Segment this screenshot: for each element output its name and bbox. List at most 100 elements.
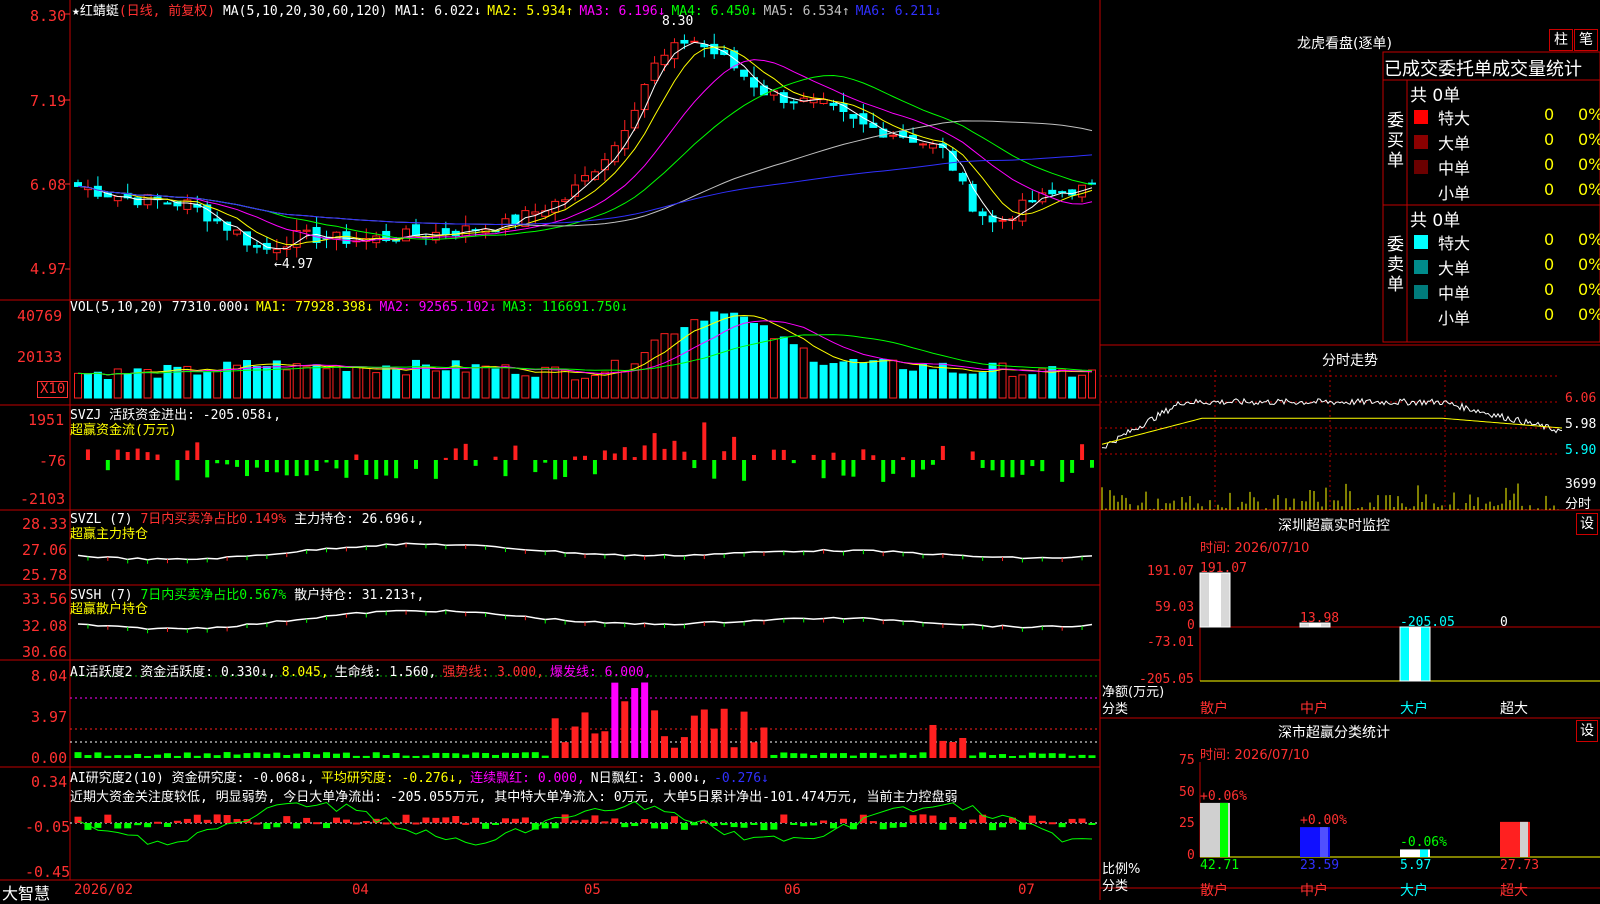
activity-bar (631, 688, 639, 758)
activity-bar (730, 747, 738, 758)
vol-bar-down (938, 362, 947, 399)
svsh-panel[interactable] (77, 609, 1093, 634)
research-bar (203, 819, 211, 823)
ma-value: MA2: 5.934↑ (487, 4, 574, 19)
research-bar (94, 823, 102, 828)
intraday-panel[interactable] (1100, 370, 1563, 510)
kline-panel[interactable] (74, 33, 1096, 261)
chart-stage[interactable] (0, 0, 1600, 900)
tick-mode-button[interactable]: 笔 (1574, 29, 1598, 51)
classify-xlabel: 分类 (1102, 879, 1129, 894)
activity-bar (273, 752, 281, 758)
activity-bar (332, 753, 340, 758)
activity-bar (432, 752, 440, 758)
bar-mode-button[interactable]: 柱 (1549, 29, 1573, 51)
flow-bar-out (921, 460, 925, 470)
ma-value: MA3: 6.196↓ (579, 4, 666, 19)
classify-y-tick: 25 (1179, 816, 1195, 832)
activity-bar (74, 752, 82, 758)
research-bar (273, 823, 281, 828)
candle-down (441, 228, 450, 235)
vol-unit-badge[interactable]: X10 (37, 381, 69, 398)
research-bar (303, 817, 311, 823)
activity-bar (1048, 753, 1056, 758)
level-count: 0 (1544, 180, 1555, 199)
stats-tab-line[interactable]: 已成交委托单成交量统计 (1384, 55, 1582, 81)
vol-bar-down (342, 370, 351, 399)
vol-bar-up (213, 370, 222, 399)
candle-down (213, 218, 222, 222)
flow-bar-in (453, 448, 458, 460)
activity-bar (412, 755, 420, 758)
ai-activity-panel[interactable] (70, 675, 1100, 758)
flow-bar-out (1040, 460, 1045, 472)
y-tick: 8.30 (30, 7, 67, 25)
svzl-panel[interactable] (77, 542, 1093, 564)
flow-bar-in (940, 445, 945, 460)
monitor-value-label: -205.05 (1400, 615, 1455, 630)
classify-change-label: +0.06% (1200, 788, 1247, 804)
vol-bar-down (83, 373, 92, 399)
y-tick: -76 (39, 452, 67, 470)
flow-bar-in (970, 451, 975, 460)
x-tick: 06 (784, 882, 801, 898)
vol-bar-down (93, 371, 102, 399)
level-name: 中单 (1438, 284, 1471, 303)
activity-bar (690, 715, 698, 758)
monitor-category: 大户 (1400, 701, 1428, 717)
vol-bar-up (461, 371, 470, 399)
ai-research-panel[interactable] (70, 800, 1100, 846)
flow-bar-out (105, 460, 110, 471)
research-bar (601, 821, 609, 824)
flow-bar-out (394, 460, 399, 479)
monitor-value-label: 13.98 (1300, 611, 1340, 627)
flow-bar-out (175, 460, 180, 481)
level-swatch (1414, 235, 1428, 249)
activity-bar (402, 755, 410, 758)
ma-value: MA5: 6.534↑ (763, 4, 850, 19)
classify-settings-button[interactable]: 设 (1576, 720, 1598, 742)
flow-bar-out (1000, 460, 1005, 478)
activity-bar (810, 755, 818, 758)
activity-bar (720, 708, 728, 758)
research-bar (332, 817, 340, 823)
flow-bar-out (235, 460, 240, 467)
level-pct: 0% (1578, 130, 1600, 149)
candle-up (571, 184, 580, 197)
research-bar (770, 823, 778, 830)
vol-bar-down (919, 364, 927, 399)
monitor-time: 时间: 2026/07/10 (1200, 541, 1310, 556)
vol-bar-up (352, 366, 361, 399)
candle-up (233, 229, 242, 235)
candle-down (869, 122, 878, 128)
research-bar (452, 815, 460, 823)
flow-bar-in (115, 449, 120, 460)
candle-up (660, 54, 669, 66)
research-bar (362, 820, 370, 823)
vol-bar-up (889, 359, 898, 399)
activity-bar (661, 736, 669, 758)
activity-bar (183, 752, 191, 758)
classify-bar-accent (1520, 821, 1528, 857)
monitor-settings-button[interactable]: 设 (1576, 513, 1598, 535)
intraday-vol-unit: 分时 (1565, 497, 1592, 512)
flow-bar-in (682, 451, 687, 460)
candle-down (163, 202, 172, 205)
flow-bar-out (314, 460, 319, 471)
volume-panel[interactable] (74, 311, 1096, 399)
vol-bar-up (1078, 374, 1087, 399)
svzj-panel[interactable] (85, 422, 1094, 482)
research-bar (1028, 815, 1036, 823)
activity-bar (154, 754, 162, 758)
activity-bar (601, 731, 609, 758)
activity-bar (670, 747, 678, 758)
research-bar (521, 817, 529, 823)
activity-bar (303, 752, 311, 758)
brand-logo[interactable]: 大智慧 (2, 880, 50, 904)
vol-bar-up (998, 362, 1007, 399)
stock-name[interactable]: ★红蜻蜓 (72, 4, 119, 19)
research-bar (193, 814, 201, 823)
sell-side-label: 委卖单 (1387, 235, 1404, 295)
flow-bar-out (274, 460, 279, 473)
activity-bar (134, 753, 142, 758)
